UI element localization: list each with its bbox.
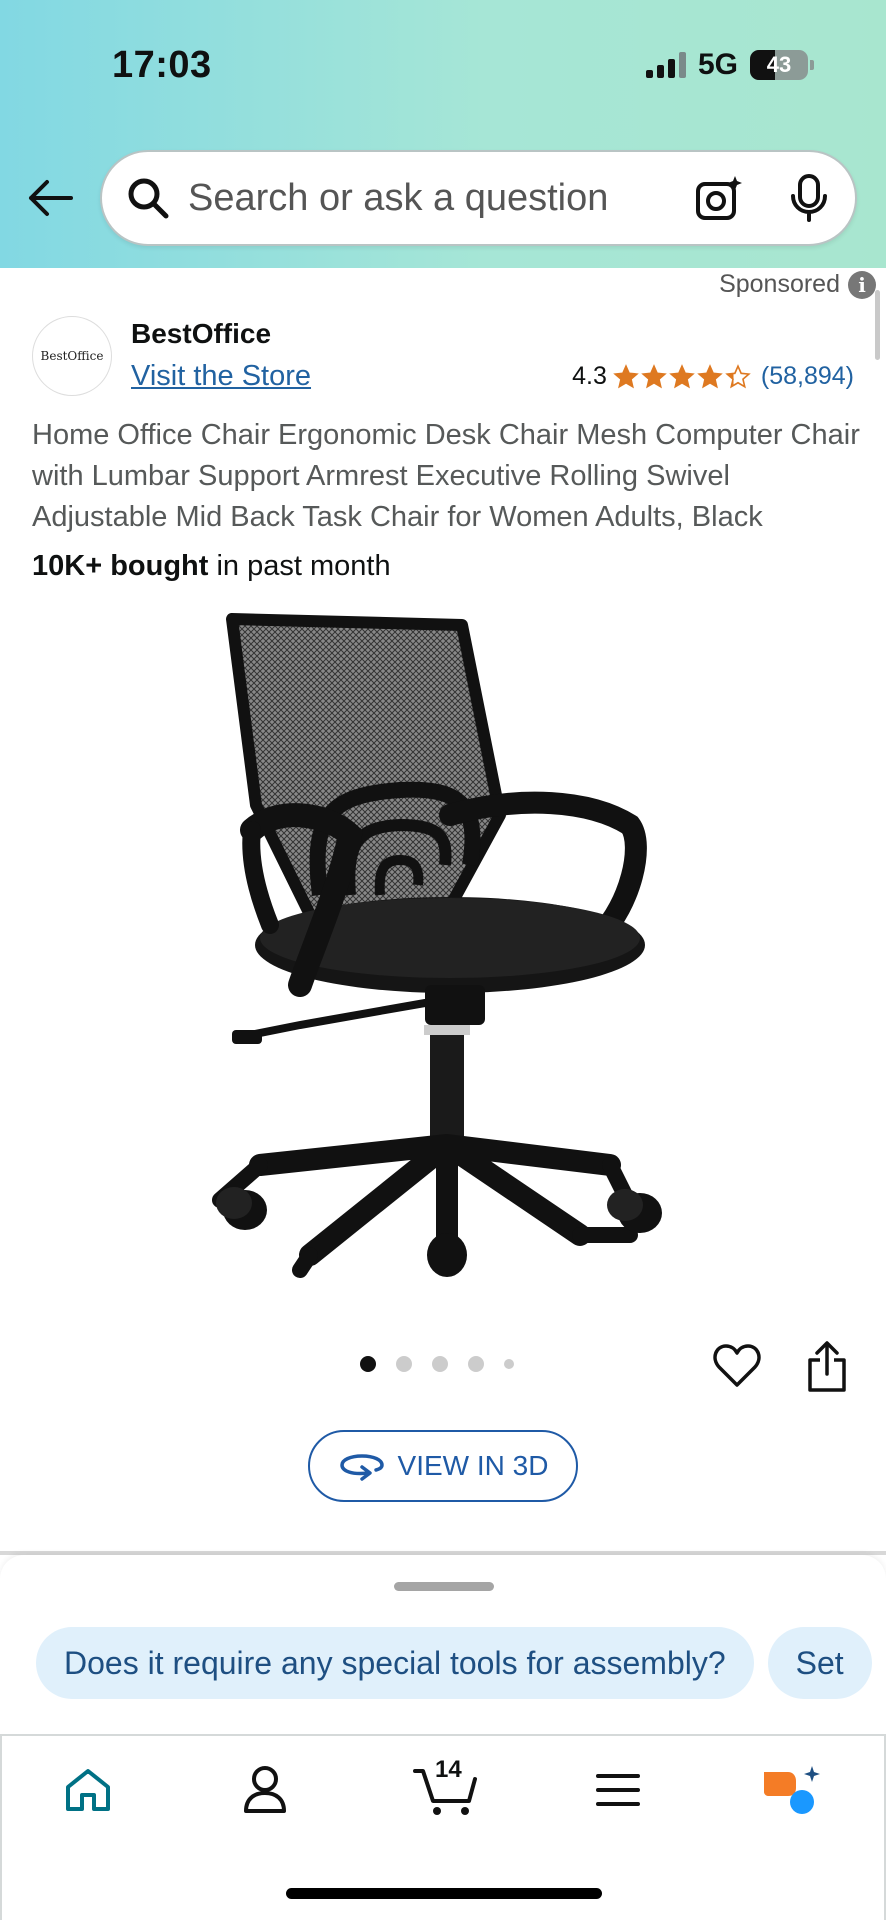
pager-dot[interactable] <box>432 1356 448 1372</box>
bought-count-rest: in past month <box>208 550 391 582</box>
nav-home[interactable] <box>58 1760 118 1820</box>
signal-icon <box>645 52 686 78</box>
star-rating <box>613 363 751 390</box>
scrollbar <box>875 290 880 360</box>
question-chips: Does it require any special tools for as… <box>36 1627 872 1699</box>
search-icon <box>128 178 169 219</box>
view-3d-button[interactable]: VIEW IN 3D <box>308 1430 578 1502</box>
camera-search-icon[interactable] <box>695 174 743 222</box>
menu-icon <box>596 1774 640 1806</box>
nav-account[interactable] <box>235 1760 295 1820</box>
view-3d-label: VIEW IN 3D <box>397 1450 549 1481</box>
sponsored-text: Sponsored <box>719 270 840 298</box>
rating-summary[interactable]: 4.3 (58,894) <box>572 362 854 391</box>
battery-tip <box>810 60 814 70</box>
product-title[interactable]: Home Office Chair Ergonomic Desk Chair M… <box>32 415 862 538</box>
pager-dot[interactable] <box>504 1359 514 1369</box>
cart-count: 14 <box>435 1756 462 1783</box>
star-icon <box>669 363 695 388</box>
bought-count-strong: 10K+ bought <box>32 550 209 582</box>
pager-dot[interactable] <box>360 1356 376 1372</box>
back-arrow-icon <box>29 180 73 216</box>
search-bar[interactable] <box>100 150 857 246</box>
wishlist-button[interactable] <box>713 1343 761 1389</box>
star-icon <box>725 363 751 388</box>
status-indicators: 5G 43 <box>645 48 814 82</box>
microphone-icon[interactable] <box>787 174 831 222</box>
store-logo-text: BestOffice <box>40 349 104 363</box>
store-logo[interactable]: BestOffice <box>32 316 112 396</box>
home-indicator <box>286 1888 602 1899</box>
star-icon <box>641 363 667 388</box>
star-icon <box>697 363 723 388</box>
battery-icon: 43 <box>750 50 808 80</box>
visit-store-link[interactable]: Visit the Store <box>131 360 311 393</box>
pager-dot[interactable] <box>396 1356 412 1372</box>
bought-count: 10K+ bought in past month <box>32 550 391 583</box>
nav-rufus[interactable] <box>760 1760 820 1820</box>
sheet-handle[interactable] <box>394 1582 494 1591</box>
network-label: 5G <box>697 48 738 81</box>
sponsored-label[interactable]: Sponsored i <box>719 270 876 299</box>
image-pager[interactable] <box>360 1356 514 1372</box>
star-icon <box>613 363 639 388</box>
rating-count: (58,894) <box>760 362 854 390</box>
home-icon <box>66 1769 110 1811</box>
rotate-3d-icon <box>339 1454 384 1481</box>
product-image[interactable] <box>200 605 680 1285</box>
rufus-icon <box>764 1766 820 1814</box>
question-chip[interactable]: Does it require any special tools for as… <box>36 1627 754 1699</box>
heart-icon <box>713 1344 761 1387</box>
brand-name: BestOffice <box>131 318 272 349</box>
nav-menu[interactable] <box>588 1760 648 1820</box>
rating-value: 4.3 <box>572 362 607 390</box>
pager-dot[interactable] <box>468 1356 484 1372</box>
share-button[interactable] <box>806 1340 848 1392</box>
question-chip[interactable]: Set <box>767 1627 872 1699</box>
share-icon <box>808 1341 846 1392</box>
status-time: 17:03 <box>112 44 212 86</box>
account-icon <box>244 1766 286 1813</box>
back-button[interactable] <box>24 172 76 224</box>
info-icon: i <box>848 270 876 299</box>
battery-level: 43 <box>766 52 792 77</box>
search-input[interactable] <box>188 176 685 220</box>
